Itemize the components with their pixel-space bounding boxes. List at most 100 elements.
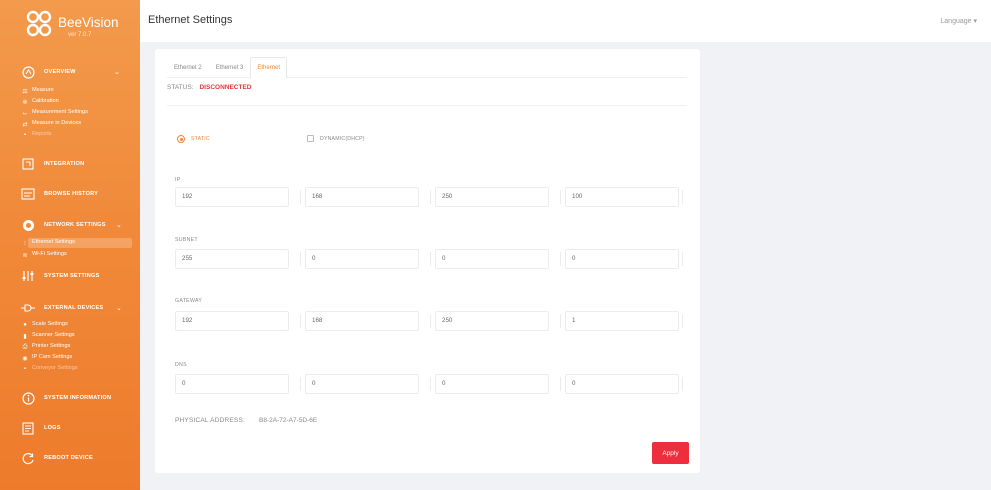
sidebar-section-network-settings[interactable]: NETWORK SETTINGS ⌄ [0, 213, 140, 237]
devices-icon: ⇄ [22, 121, 28, 128]
separator [430, 252, 431, 266]
gateway-octet-1-input[interactable]: 192 [175, 311, 289, 331]
gateway-row: 192 168 250 1 [175, 311, 685, 331]
dns-octet-2-input[interactable]: 0 [305, 374, 419, 394]
dns-octet-3-input[interactable]: 0 [435, 374, 549, 394]
separator [560, 377, 561, 391]
sidebar-section-external-devices[interactable]: EXTERNAL DEVICES ⌄ [0, 296, 140, 320]
dns-label: DNS [175, 362, 187, 368]
status-badge: DISCONNECTED [199, 84, 252, 91]
sidebar-item-scale-settings[interactable]: ● Scale Settings [0, 320, 140, 330]
ip-label: IP [175, 177, 181, 183]
sidebar-section-label: NETWORK SETTINGS [44, 222, 106, 228]
conveyor-icon: ▪ [23, 366, 27, 372]
sidebar-section-system-information[interactable]: SYSTEM INFORMATION [0, 386, 140, 410]
subnet-octet-3-input[interactable]: 0 [435, 249, 549, 269]
ip-octet-2-input[interactable]: 168 [305, 187, 419, 207]
subnet-octet-1-input[interactable]: 255 [175, 249, 289, 269]
status-label: STATUS: [167, 84, 194, 91]
dns-octet-4-input[interactable]: 0 [565, 374, 679, 394]
interface-tabs: Ethernet 2 Ethernet 3 Ethernet [167, 57, 687, 78]
ip-octet-3-input[interactable]: 250 [435, 187, 549, 207]
sidebar-item-measurement-settings[interactable]: ⌙ Measurement Settings [0, 108, 140, 118]
sidebar-section-label: BROWSE HISTORY [44, 191, 99, 197]
ip-octet-1-input[interactable]: 192 [175, 187, 289, 207]
sidebar-section-overview[interactable]: OVERVIEW ⌄ [0, 60, 140, 84]
logs-icon [20, 420, 36, 436]
dhcp-checkbox[interactable] [307, 135, 314, 142]
separator [682, 314, 683, 328]
separator [300, 190, 301, 204]
separator [430, 377, 431, 391]
separator [430, 314, 431, 328]
static-radio[interactable] [177, 135, 185, 143]
apply-button[interactable]: Apply [652, 442, 689, 464]
sidebar-section-browse-history[interactable]: BROWSE HISTORY [0, 182, 140, 206]
gateway-octet-2-input[interactable]: 168 [305, 311, 419, 331]
ethernet-icon: ⁝ [24, 240, 26, 247]
subnet-label: SUBNET [175, 237, 198, 243]
separator [560, 190, 561, 204]
reboot-icon [20, 450, 36, 466]
chevron-down-icon: ⌄ [114, 69, 120, 76]
separator [682, 377, 683, 391]
dns-row: 0 0 0 0 [175, 374, 685, 394]
info-icon [20, 390, 36, 406]
sidebar-item-printer-settings[interactable]: ⎙ Printer Settings [0, 342, 140, 352]
measure-icon: ⚖ [22, 88, 28, 95]
divider [167, 105, 687, 106]
separator [682, 190, 683, 204]
dns-octet-1-input[interactable]: 0 [175, 374, 289, 394]
subnet-octet-2-input[interactable]: 0 [305, 249, 419, 269]
chevron-down-icon: ⌄ [116, 222, 122, 229]
tab-ethernet-2[interactable]: Ethernet 2 [167, 57, 209, 77]
physical-address: PHYSICAL ADDRESS: B8-2A-72-A7-5D-6E [175, 417, 317, 424]
separator [682, 252, 683, 266]
separator [430, 190, 431, 204]
gateway-octet-3-input[interactable]: 250 [435, 311, 549, 331]
sidebar-item-scanner-settings[interactable]: ▮ Scanner Settings [0, 331, 140, 341]
tab-ethernet-3[interactable]: Ethernet 3 [209, 57, 251, 77]
printer-icon: ⎙ [22, 343, 28, 350]
brand[interactable]: BeeVision ver 7.0.7 [0, 6, 140, 46]
sidebar-item-label: Calibration [32, 98, 59, 104]
sidebar-item-label: Measure in Devices [32, 120, 82, 126]
sidebar-section-label: INTEGRATION [44, 161, 85, 167]
sidebar-item-label: IP Cam Settings [32, 354, 73, 360]
sidebar-item-measure-in-devices[interactable]: ⇄ Measure in Devices [0, 119, 140, 129]
static-label: STATIC [191, 136, 210, 142]
subnet-octet-4-input[interactable]: 0 [565, 249, 679, 269]
ethernet-settings-card: Ethernet 2 Ethernet 3 Ethernet STATUS: DI… [155, 49, 700, 473]
sidebar-item-measure[interactable]: ⚖ Measure [0, 86, 140, 96]
sidebar-section-integration[interactable]: INTEGRATION [0, 152, 140, 176]
sidebar-item-calibration[interactable]: ✲ Calibration [0, 97, 140, 107]
sidebar-item-label: Printer Settings [32, 343, 71, 349]
sidebar-item-ethernet-settings[interactable]: ⁝ Ethernet Settings [24, 238, 132, 248]
sidebar-item-label: Measurement Settings [32, 109, 88, 115]
gateway-octet-4-input[interactable]: 1 [565, 311, 679, 331]
sidebar-section-reboot-device[interactable]: REBOOT DEVICE [0, 446, 140, 470]
dhcp-mode-option[interactable]: DYNAMIC(DHCP) [307, 135, 365, 142]
sidebar-section-label: EXTERNAL DEVICES [44, 305, 104, 311]
separator [300, 377, 301, 391]
sidebar-section-system-settings[interactable]: SYSTEM SETTINGS [0, 264, 140, 288]
plug-icon [20, 300, 36, 316]
report-icon: ▪ [23, 132, 27, 138]
brand-version: ver 7.0.7 [68, 32, 92, 38]
sidebar-item-wifi-settings[interactable]: ≋ Wi-Fi Settings [0, 250, 140, 260]
sliders-icon [20, 268, 36, 284]
sidebar-item-conveyor-settings[interactable]: ▪ Conveyor Settings [0, 364, 140, 374]
sidebar-item-label: Wi-Fi Settings [32, 251, 67, 257]
sidebar-section-logs[interactable]: LOGS [0, 416, 140, 440]
sidebar-item-ip-cam-settings[interactable]: ◉ IP Cam Settings [0, 353, 140, 363]
tab-ethernet[interactable]: Ethernet [250, 57, 288, 78]
chevron-down-icon: ⌄ [116, 305, 122, 312]
language-dropdown[interactable]: Language ▾ [940, 17, 977, 25]
physical-address-label: PHYSICAL ADDRESS: [175, 417, 245, 424]
sidebar-item-reports[interactable]: ▪ Reports [0, 130, 140, 140]
scale-icon: ● [23, 322, 27, 328]
sidebar-section-label: SYSTEM INFORMATION [44, 395, 112, 401]
ip-octet-4-input[interactable]: 100 [565, 187, 679, 207]
static-mode-option[interactable]: STATIC [177, 135, 210, 143]
ip-address-row: 192 168 250 100 [175, 187, 685, 207]
